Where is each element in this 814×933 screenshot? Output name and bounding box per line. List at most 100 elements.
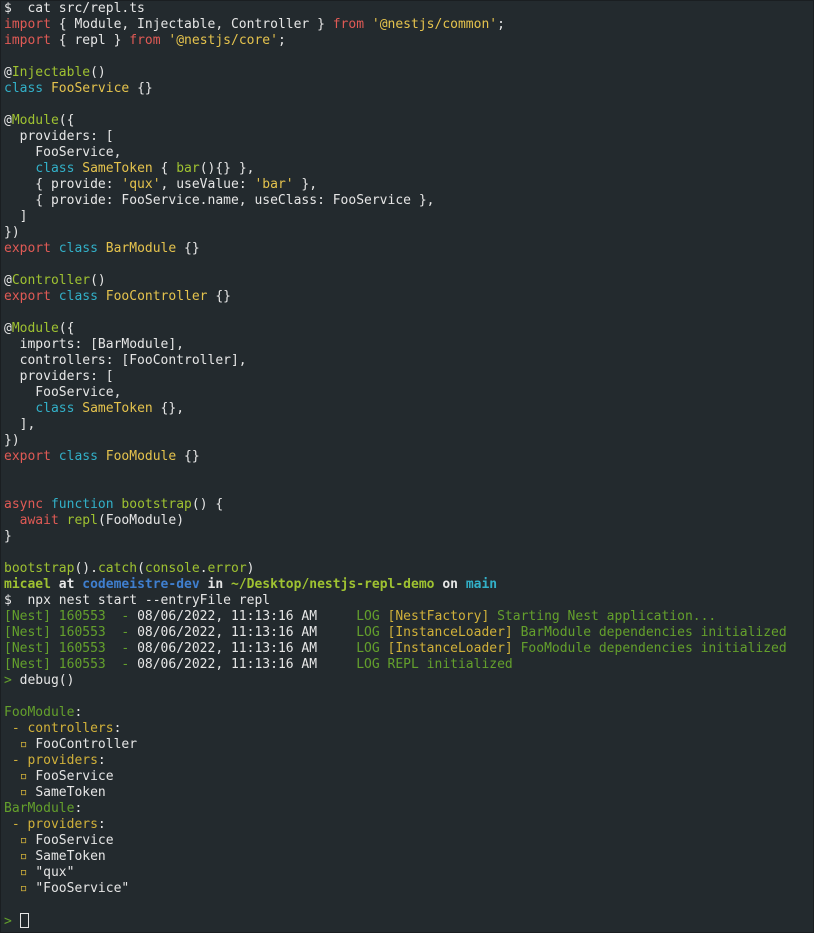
code-token: , useValue:	[160, 177, 255, 192]
code-token: { Module, Injectable, Controller }	[50, 17, 333, 32]
code-line: FooService,	[4, 145, 122, 160]
code-line: import { Module, Injectable, Controller …	[4, 17, 813, 33]
code-token: error	[207, 561, 247, 576]
code-token: class	[58, 241, 98, 256]
code-line: })	[4, 433, 20, 448]
code-line: providers: [	[4, 129, 114, 144]
prompt-branch: main	[465, 577, 498, 592]
code-token: {}	[176, 449, 200, 464]
code-token: @	[4, 113, 12, 128]
colon: :	[74, 705, 83, 720]
log-message: REPL initialized	[387, 657, 513, 672]
log-message: BarModule dependencies initialized	[512, 625, 787, 640]
repl-input-line[interactable]: >	[4, 913, 813, 929]
code-token: ({	[58, 113, 75, 128]
code-line: class FooService {}	[4, 81, 813, 97]
code-token: Injectable	[11, 65, 91, 80]
code-line: ],	[4, 417, 36, 432]
item-name: "FooService"	[35, 881, 130, 896]
code-token: export	[4, 289, 51, 304]
log-date: 08/06/2022, 11:13:16 AM	[137, 625, 318, 640]
bullet-icon: ▫	[4, 865, 36, 880]
repl-prompt: >	[4, 914, 12, 929]
bullet-icon: ▫	[4, 833, 36, 848]
item-name: FooService	[35, 833, 114, 848]
code-token: Module	[11, 113, 59, 128]
code-token: '@nestjs/core'	[168, 33, 278, 48]
code-token: class	[58, 289, 98, 304]
code-token: class	[35, 161, 75, 176]
terminal-window[interactable]: $ cat src/repl.ts import { Module, Injec…	[0, 0, 814, 933]
debug-item: ▫ FooService	[4, 769, 813, 785]
log-context: [InstanceLoader]	[387, 625, 513, 640]
code-token: (	[137, 561, 145, 576]
debug-module-heading: FooModule:	[4, 705, 813, 721]
code-line: controllers: [FooController],	[4, 353, 247, 368]
bullet-icon: ▫	[4, 881, 36, 896]
code-token: ({	[58, 321, 75, 336]
code-token: FooService	[50, 81, 130, 96]
bullet-icon: ▫	[4, 785, 36, 800]
log-prefix: [Nest] 160553 -	[4, 625, 138, 640]
item-name: FooService	[35, 769, 114, 784]
shell-prompt: $	[4, 1, 12, 16]
debug-section-heading: - providers:	[4, 753, 813, 769]
code-token: @	[4, 273, 12, 288]
code-token: @	[4, 321, 12, 336]
prompt-on: on	[434, 577, 466, 592]
code-token: class	[58, 449, 98, 464]
code-token: },	[293, 177, 318, 192]
code-token: ()	[90, 273, 106, 288]
prompt-in: in	[199, 577, 231, 592]
log-message: FooModule dependencies initialized	[512, 641, 787, 656]
code-token: ().	[74, 561, 98, 576]
section-label: - providers	[4, 753, 98, 768]
code-token: async	[4, 497, 44, 512]
log-level: LOG	[317, 641, 388, 656]
code-token: bar	[176, 161, 200, 176]
log-date: 08/06/2022, 11:13:16 AM	[137, 609, 318, 624]
command-text: cat src/repl.ts	[11, 1, 145, 16]
prompt-host: codemeistre-dev	[82, 577, 200, 592]
debug-item: ▫ SameToken	[4, 849, 813, 865]
code-line: export class BarModule {}	[4, 241, 813, 257]
log-message: Starting Nest application...	[489, 609, 717, 624]
code-line: @Injectable()	[4, 65, 813, 81]
code-line: class SameToken { bar(){} },	[4, 161, 813, 177]
log-date: 08/06/2022, 11:13:16 AM	[137, 657, 318, 672]
text-cursor[interactable]	[19, 913, 29, 928]
command-line: $ cat src/repl.ts	[4, 1, 813, 17]
debug-item: ▫ "qux"	[4, 865, 813, 881]
code-line: export class FooController {}	[4, 289, 813, 305]
code-token: )	[246, 561, 255, 576]
code-token: {	[152, 161, 177, 176]
code-token: FooModule	[105, 449, 177, 464]
command-line: $ npx nest start --entryFile repl	[4, 593, 813, 609]
repl-prompt: >	[4, 673, 12, 688]
code-token: class	[4, 81, 44, 96]
code-token: SameToken	[82, 401, 153, 416]
code-token: catch	[97, 561, 138, 576]
code-line: class SameToken {},	[4, 401, 813, 417]
log-line: [Nest] 160553 - 08/06/2022, 11:13:16 AM …	[4, 609, 813, 625]
colon: :	[97, 753, 106, 768]
code-token: import	[4, 17, 51, 32]
prompt-user: micael	[4, 577, 51, 592]
log-context: [NestFactory]	[387, 609, 490, 624]
item-name: SameToken	[35, 785, 106, 800]
code-token: {},	[152, 401, 185, 416]
code-token: SameToken	[82, 161, 153, 176]
code-line: FooService,	[4, 385, 122, 400]
prompt-at: at	[50, 577, 83, 592]
code-line: }	[4, 529, 12, 544]
